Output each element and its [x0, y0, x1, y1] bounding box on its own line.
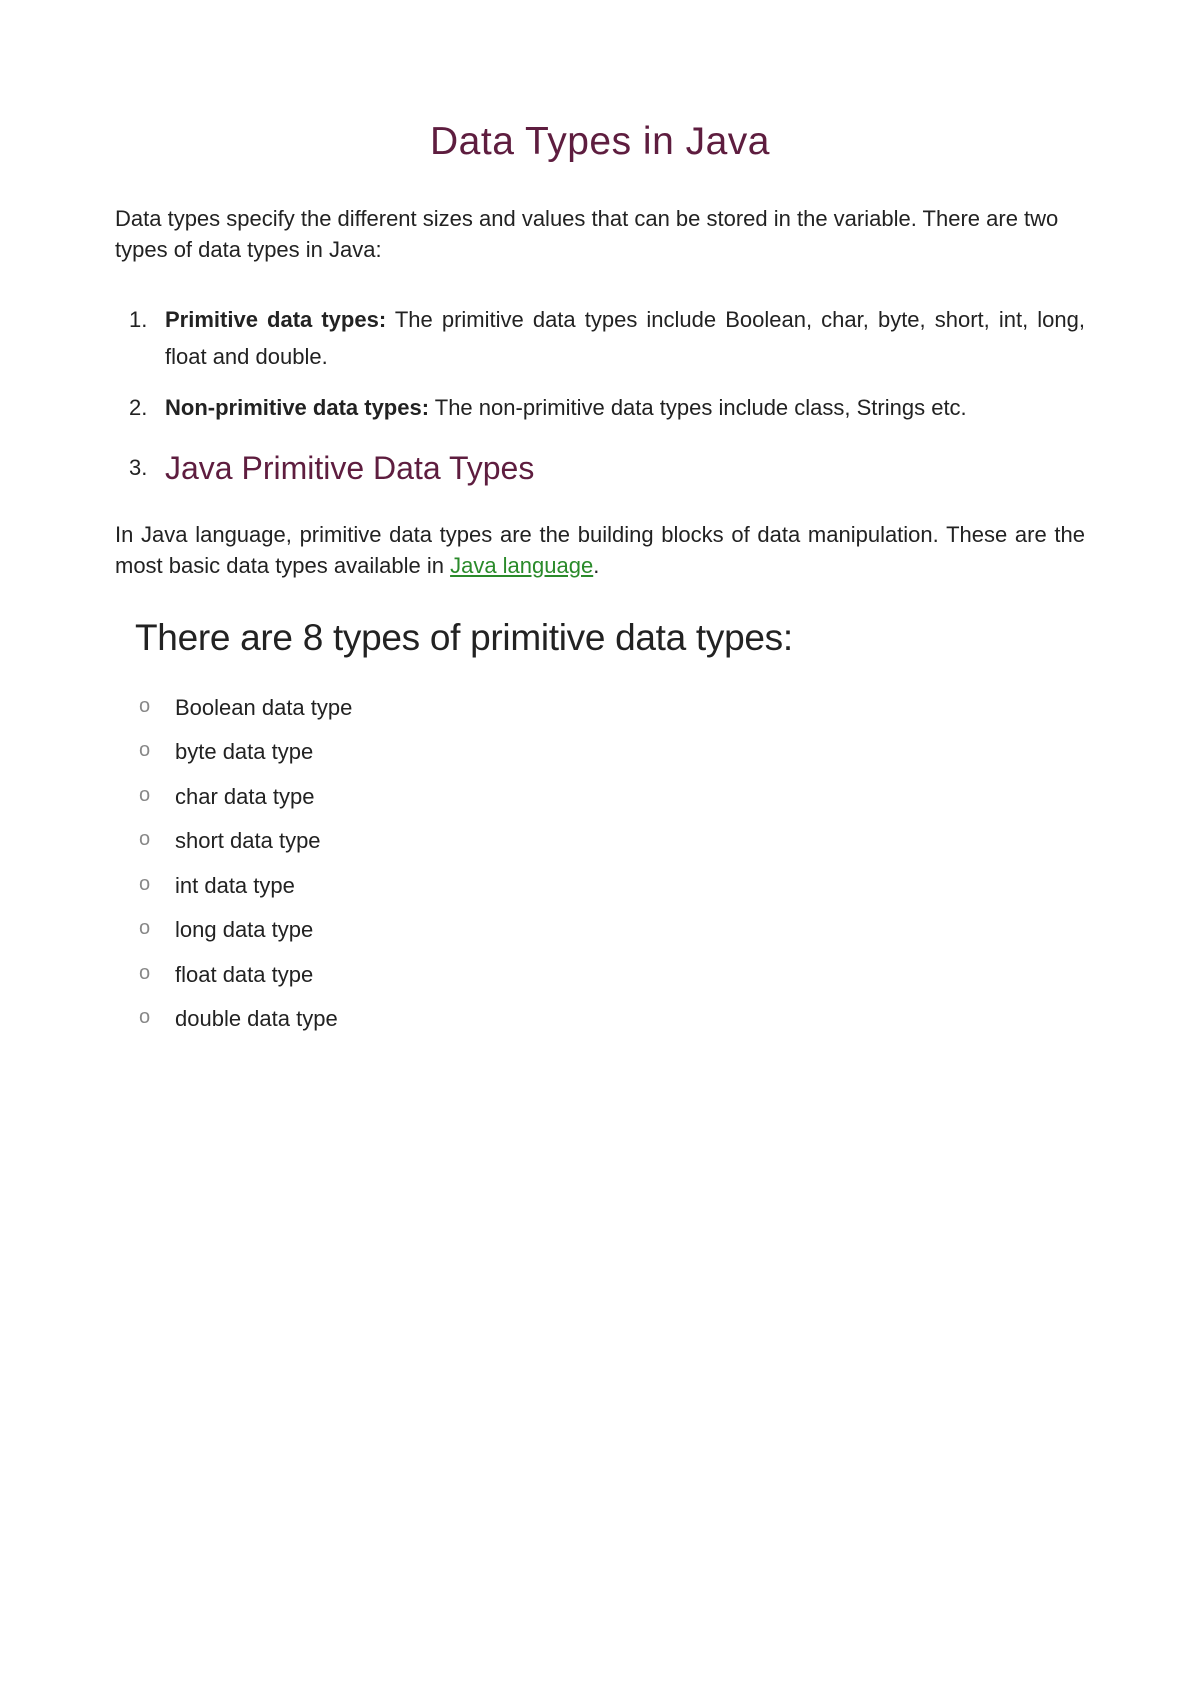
list-item: 1. Primitive data types: The primitive d…: [165, 301, 1085, 376]
java-primitive-heading: Java Primitive Data Types: [165, 450, 534, 486]
list-item: int data type: [175, 872, 1085, 900]
intro-paragraph: Data types specify the different sizes a…: [115, 204, 1085, 266]
paragraph-text-after-link: .: [593, 553, 599, 578]
primitive-types-header: There are 8 types of primitive data type…: [135, 617, 1085, 659]
non-primitive-description: The non-primitive data types include cla…: [429, 395, 967, 420]
java-language-link[interactable]: Java language: [450, 553, 593, 578]
list-item: long data type: [175, 916, 1085, 944]
primitive-description-paragraph: In Java language, primitive data types a…: [115, 520, 1085, 582]
list-item: 2. Non-primitive data types: The non-pri…: [165, 389, 1085, 426]
list-number: 2.: [129, 389, 147, 426]
list-item: short data type: [175, 827, 1085, 855]
data-type-categories-list: 1. Primitive data types: The primitive d…: [115, 301, 1085, 496]
list-item: float data type: [175, 961, 1085, 989]
paragraph-text-before-link: In Java language, primitive data types a…: [115, 522, 1085, 578]
list-number: 1.: [129, 301, 147, 338]
list-item: Boolean data type: [175, 694, 1085, 722]
list-item: char data type: [175, 783, 1085, 811]
list-item: byte data type: [175, 738, 1085, 766]
subheading-list-item: 3. Java Primitive Data Types: [165, 441, 1085, 495]
page-title: Data Types in Java: [115, 120, 1085, 164]
list-item: double data type: [175, 1005, 1085, 1033]
primitive-types-list: Boolean data type byte data type char da…: [115, 694, 1085, 1033]
primitive-label: Primitive data types:: [165, 307, 386, 332]
non-primitive-label: Non-primitive data types:: [165, 395, 429, 420]
list-number: 3.: [129, 449, 147, 486]
